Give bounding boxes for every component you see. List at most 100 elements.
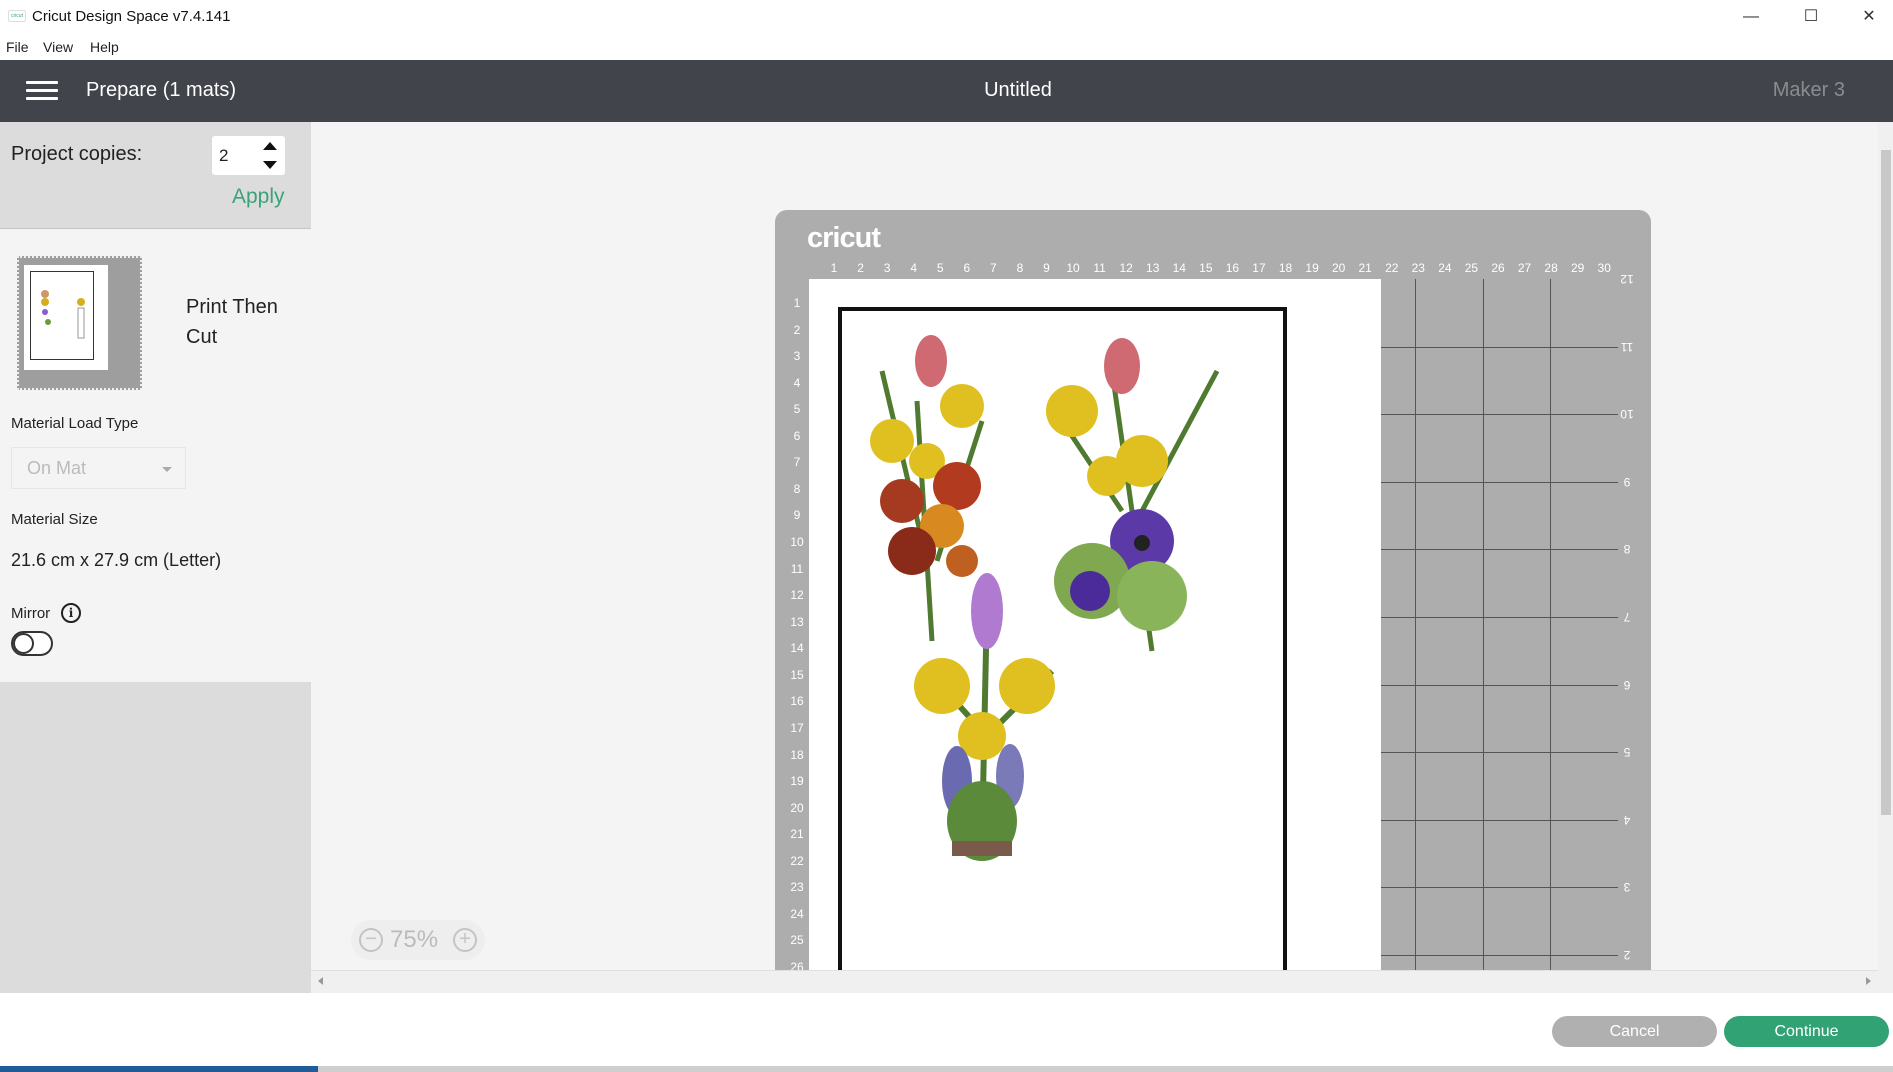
grid-line-horizontal — [1381, 752, 1618, 754]
copies-label: Project copies: — [11, 143, 143, 165]
left-ruler-tick: 8 — [793, 481, 801, 496]
decrement-icon[interactable] — [263, 161, 277, 169]
cancel-button[interactable]: Cancel — [1552, 1016, 1717, 1047]
left-ruler-tick: 16 — [790, 694, 804, 709]
right-ruler-tick: 10 — [1620, 407, 1634, 422]
left-ruler-tick: 18 — [790, 747, 804, 762]
top-ruler-tick: 15 — [1199, 261, 1213, 275]
menu-bar: File View Help — [0, 34, 1893, 60]
zoom-control: − 75% + — [351, 920, 485, 960]
bottom-strip — [318, 1066, 1893, 1072]
mirror-toggle[interactable] — [11, 631, 53, 656]
cutting-mat: cricut 1 2 3 4 5 6 7 8 9 10 11 12 13 14 … — [775, 210, 1651, 970]
top-ruler-tick: 25 — [1464, 261, 1479, 275]
left-ruler-tick: 1 — [793, 296, 801, 310]
right-ruler-tick: 2 — [1623, 948, 1631, 962]
right-ruler-tick: 11 — [1620, 339, 1634, 354]
top-ruler-tick: 17 — [1252, 261, 1266, 275]
top-ruler-tick: 22 — [1385, 261, 1399, 275]
material-load-type-select[interactable]: On Mat — [11, 447, 186, 489]
menu-file[interactable]: File — [6, 39, 29, 55]
grid-line-horizontal — [1381, 819, 1618, 821]
top-ruler-tick: 16 — [1225, 261, 1240, 275]
grid-line-horizontal — [1381, 617, 1618, 618]
bouquet-right — [1046, 338, 1220, 652]
right-ruler-tick: 3 — [1623, 880, 1631, 895]
document-title: Untitled — [984, 79, 1052, 101]
left-ruler-tick: 24 — [790, 906, 804, 921]
right-ruler-tick: 9 — [1623, 474, 1631, 489]
top-ruler-tick: 14 — [1172, 261, 1186, 275]
mat-printable-area — [809, 279, 1381, 970]
mirror-label: Mirror — [11, 605, 51, 622]
menu-view[interactable]: View — [43, 39, 73, 55]
chevron-down-icon — [162, 467, 172, 472]
top-ruler-tick: 6 — [963, 261, 971, 275]
grid-line-vertical — [1483, 279, 1484, 970]
horizontal-scrollbar[interactable] — [311, 970, 1878, 993]
mat-thumbnail[interactable] — [17, 256, 142, 390]
right-ruler-tick: 6 — [1623, 677, 1631, 692]
maximize-icon[interactable]: ☐ — [1788, 4, 1834, 30]
mat-canvas[interactable]: cricut 1 2 3 4 5 6 7 8 9 10 11 12 13 14 … — [311, 122, 1878, 970]
info-icon[interactable]: i — [61, 603, 81, 623]
material-load-type-label: Material Load Type — [11, 415, 139, 432]
increment-icon[interactable] — [263, 142, 277, 150]
apply-button[interactable]: Apply — [232, 185, 285, 209]
zoom-in-icon[interactable]: + — [453, 928, 477, 952]
minimize-icon[interactable]: — — [1728, 4, 1774, 30]
top-ruler-tick: 19 — [1305, 261, 1319, 275]
left-ruler-tick: 2 — [793, 322, 801, 337]
top-ruler-tick: 27 — [1517, 261, 1532, 275]
top-ruler-tick: 1 — [830, 261, 838, 275]
left-ruler-tick: 4 — [793, 375, 801, 390]
left-ruler-tick: 26 — [790, 960, 804, 970]
mat-mode-label: Print Then Cut — [186, 296, 278, 348]
grid-line-horizontal — [1381, 887, 1618, 889]
right-ruler-tick: 5 — [1623, 745, 1631, 760]
grid-line-vertical — [1415, 279, 1416, 970]
scroll-right-icon[interactable] — [1866, 977, 1871, 985]
zoom-out-icon[interactable]: − — [359, 928, 383, 952]
load-type-value: On Mat — [27, 458, 87, 478]
thumbnail-print-area — [30, 271, 94, 360]
top-ruler-tick: 9 — [1043, 261, 1050, 275]
left-ruler-tick: 12 — [790, 588, 804, 603]
top-ruler-tick: 2 — [857, 261, 864, 275]
vertical-scrollbar[interactable] — [1878, 122, 1893, 993]
left-ruler-tick: 17 — [790, 720, 804, 735]
grid-line-horizontal — [1381, 414, 1618, 416]
right-ruler-tick: 4 — [1623, 812, 1631, 827]
right-ruler-tick: 12 — [1620, 272, 1634, 286]
scroll-left-icon[interactable] — [318, 977, 323, 985]
print-then-cut-image[interactable] — [838, 307, 1287, 970]
footer: Cancel Continue — [311, 993, 1893, 1066]
progress-strip — [0, 1066, 318, 1072]
left-ruler-tick: 21 — [790, 827, 804, 842]
left-ruler-tick: 7 — [793, 455, 801, 470]
top-ruler-tick: 26 — [1491, 261, 1505, 275]
grid-line-horizontal — [1381, 481, 1618, 483]
left-panel: Project copies: 2 Apply Print Then Cut M… — [0, 122, 311, 993]
top-ruler-tick: 20 — [1331, 261, 1346, 275]
left-ruler-tick: 13 — [790, 614, 804, 629]
top-ruler-tick: 13 — [1146, 261, 1160, 275]
scrollbar-thumb[interactable] — [1881, 150, 1891, 815]
material-size-label: Material Size — [11, 511, 98, 528]
window-title: Cricut Design Space v7.4.141 — [32, 8, 231, 25]
left-ruler-tick: 22 — [790, 853, 804, 868]
left-panel-empty-area — [0, 682, 311, 993]
top-ruler-tick: 23 — [1411, 261, 1425, 275]
copies-stepper[interactable]: 2 — [212, 136, 285, 175]
copies-value: 2 — [219, 146, 229, 165]
machine-name[interactable]: Maker 3 — [1773, 79, 1845, 102]
grid-line-horizontal — [1381, 955, 1618, 956]
continue-button[interactable]: Continue — [1724, 1016, 1889, 1047]
menu-help[interactable]: Help — [90, 39, 119, 55]
title-bar: cricut Cricut Design Space v7.4.141 — ☐ … — [0, 0, 1893, 34]
close-icon[interactable]: ✕ — [1846, 4, 1892, 30]
right-ruler-tick: 7 — [1623, 610, 1631, 624]
bouquet-left — [870, 335, 985, 642]
bouquet-bottom — [914, 573, 1055, 861]
left-ruler-tick: 10 — [790, 535, 804, 550]
